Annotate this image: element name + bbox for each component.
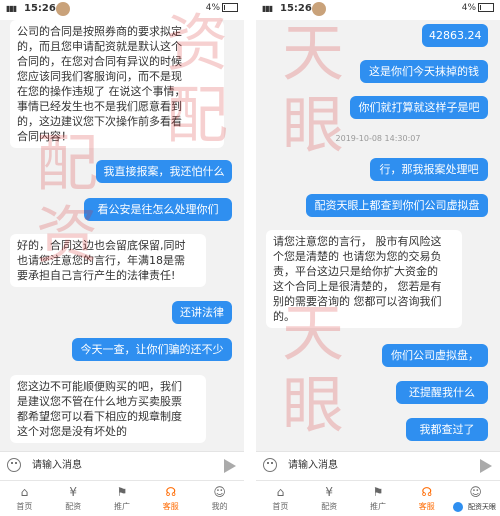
tab-service[interactable]: ☊ 客服 xyxy=(146,481,195,516)
flag-icon: ⚑ xyxy=(372,485,384,499)
chat-message-out: 看公安是往怎么处理你们 xyxy=(84,198,232,221)
status-right: 4% xyxy=(462,3,494,13)
chat-message-out: 我直接报案，我还怕什么 xyxy=(96,160,232,183)
chat-message-out: 你们就打算就这样子是吧 xyxy=(350,96,488,119)
chat-message-in: 请您注意您的言行， 股市有风险这 个您是清楚的 也请您为您的交易负 责，平台这边… xyxy=(266,230,462,328)
status-right: 4% xyxy=(206,3,238,13)
tab-home[interactable]: ⌂ 首页 xyxy=(256,481,305,516)
person-icon: ☺ xyxy=(213,485,226,499)
tab-service[interactable]: ☊ 客服 xyxy=(402,481,451,516)
chat-message-out: 这是你们今天抹掉的钱 xyxy=(360,60,488,83)
flag-icon: ⚑ xyxy=(116,485,128,499)
left-phone-screen: ▮▮▮ 15:26 4% 公司的合同是按照券商的要求拟定 的，而且您申请配资就是… xyxy=(0,0,244,516)
chat-message-out: 你们公司虚拟盘， xyxy=(382,344,488,367)
tab-label: 推广 xyxy=(113,502,130,511)
network-icon: ▮▮▮ xyxy=(6,4,17,13)
message-input[interactable]: 请输入消息 xyxy=(282,456,468,476)
status-bar: ▮▮▮ 15:26 4% xyxy=(0,0,244,20)
emoji-icon[interactable] xyxy=(263,458,277,472)
message-input[interactable]: 请输入消息 xyxy=(26,456,212,476)
right-phone-screen: ▮▮▮ 15:26 4% 42863.24 这是你们今天抹掉的钱 你们就打算就这… xyxy=(256,0,500,516)
divider xyxy=(244,0,256,516)
chat-message-in: 公司的合同是按照券商的要求拟定 的，而且您申请配资就是默认这个 合同的，在您对合… xyxy=(10,20,224,148)
chat-message-out: 今天一查，让你们骗的还不少 xyxy=(72,338,232,361)
headset-icon: ☊ xyxy=(165,485,177,499)
bottom-tab-bar: ⌂ 首页 ¥ 配资 ⚑ 推广 ☊ 客服 ☺ 我的 xyxy=(0,480,244,516)
tab-promote[interactable]: ⚑ 推广 xyxy=(98,481,147,516)
send-icon[interactable] xyxy=(480,459,492,473)
chat-message-in: 好的，合同这边也会留底保留,同时 也请您注意您的言行，年满18是需 要承担自己言… xyxy=(10,234,206,287)
battery-icon xyxy=(478,3,494,12)
chat-message-out: 我都查过了 xyxy=(406,418,488,441)
battery-percent: 4% xyxy=(205,3,220,13)
yen-icon: ¥ xyxy=(325,485,333,499)
tab-promote[interactable]: ⚑ 推广 xyxy=(354,481,403,516)
tab-label: 我的 xyxy=(211,502,228,511)
chat-area[interactable]: 42863.24 这是你们今天抹掉的钱 你们就打算就这样子是吧 2019-10-… xyxy=(256,20,500,451)
message-input-bar: 请输入消息 xyxy=(0,451,244,480)
chat-message-out: 配资天眼上都查到你们公司虚拟盘 xyxy=(306,194,488,217)
chat-message-in: 您这边不可能顺便购买的吧，我们 是建议您不管在什么地方买卖股票 都希望您可以看下… xyxy=(10,375,206,443)
home-icon: ⌂ xyxy=(20,485,29,499)
tab-label: 配资 xyxy=(65,502,82,511)
avatar xyxy=(56,2,70,16)
send-icon[interactable] xyxy=(224,459,236,473)
tab-label: 首页 xyxy=(272,502,289,511)
tab-label: 首页 xyxy=(16,502,33,511)
tab-peizi[interactable]: ¥ 配资 xyxy=(49,481,98,516)
tab-label: 客服 xyxy=(418,502,435,511)
status-bar: ▮▮▮ 15:26 4% xyxy=(256,0,500,20)
message-input-bar: 请输入消息 xyxy=(256,451,500,480)
chat-area[interactable]: 公司的合同是按照券商的要求拟定 的，而且您申请配资就是默认这个 合同的，在您对合… xyxy=(0,20,244,451)
emoji-icon[interactable] xyxy=(7,458,21,472)
tab-mine[interactable]: ☺ 我的 xyxy=(195,481,244,516)
tab-label: 客服 xyxy=(162,502,179,511)
message-timestamp: 2019-10-08 14:30:07 xyxy=(335,134,421,143)
chat-message-out: 行，那我报案处理吧 xyxy=(370,158,488,181)
chat-message-out: 还提醒我什么 xyxy=(396,381,488,404)
chat-message-out: 还讲法律 xyxy=(172,301,232,324)
tab-label: 推广 xyxy=(369,502,386,511)
network-icon: ▮▮▮ xyxy=(262,4,273,13)
chat-message-out: 42863.24 xyxy=(422,24,488,47)
home-icon: ⌂ xyxy=(276,485,285,499)
status-time: 15:26 xyxy=(24,3,56,14)
person-icon: ☺ xyxy=(469,485,482,499)
watermark-badge: 配资天眼 xyxy=(450,500,498,514)
tab-label: 配资 xyxy=(321,502,338,511)
status-time: 15:26 xyxy=(280,3,312,14)
avatar xyxy=(312,2,326,16)
tab-home[interactable]: ⌂ 首页 xyxy=(0,481,49,516)
tab-peizi[interactable]: ¥ 配资 xyxy=(305,481,354,516)
battery-icon xyxy=(222,3,238,12)
headset-icon: ☊ xyxy=(421,485,433,499)
yen-icon: ¥ xyxy=(69,485,77,499)
battery-percent: 4% xyxy=(461,3,476,13)
